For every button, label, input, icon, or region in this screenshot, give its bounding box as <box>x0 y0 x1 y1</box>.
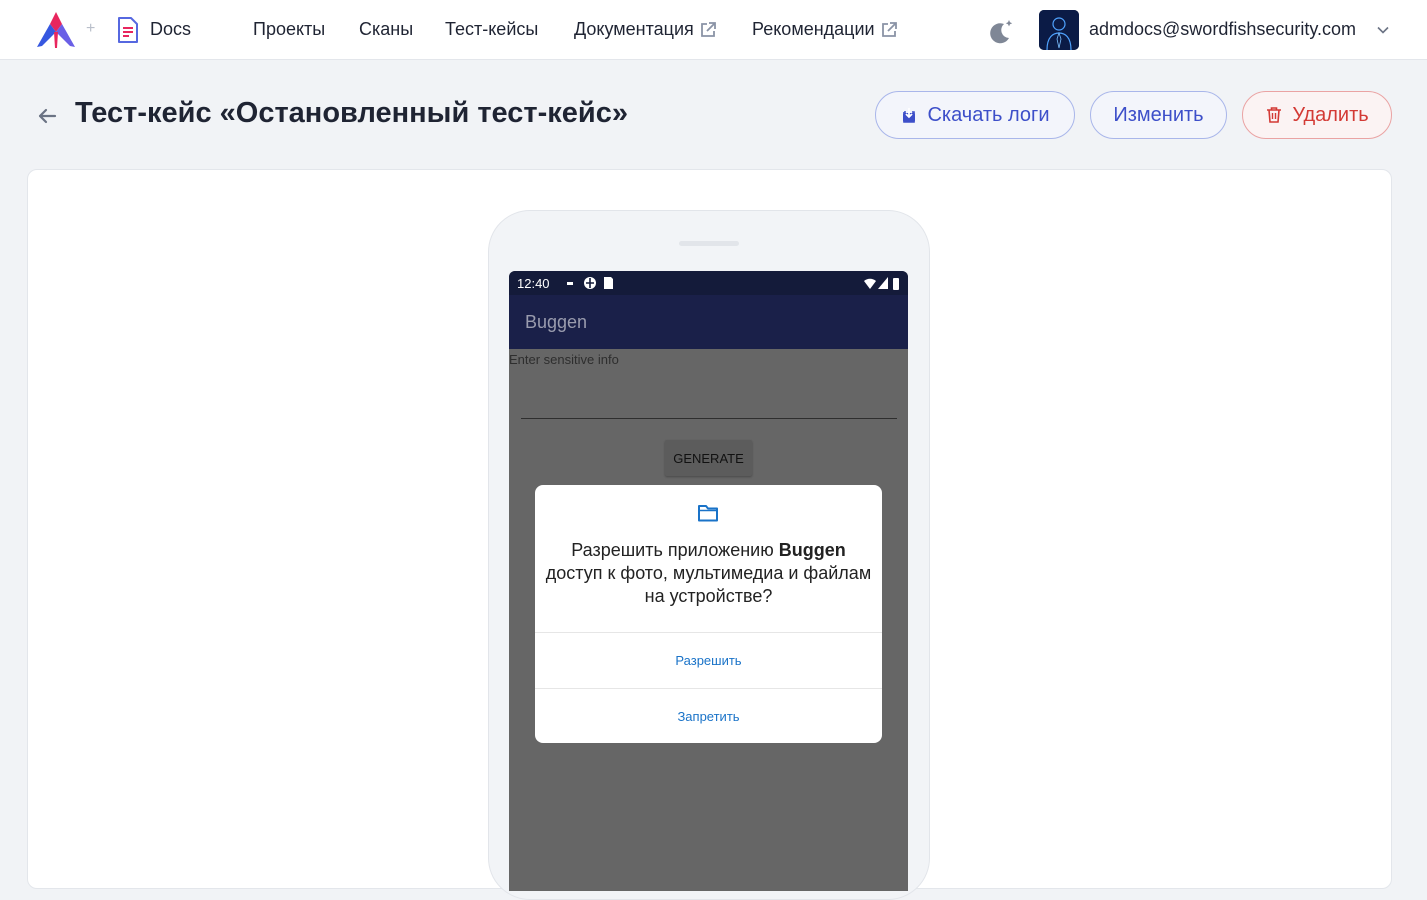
moon-star-icon[interactable] <box>987 17 1015 45</box>
external-link-icon <box>700 21 716 37</box>
nav-link-documentation[interactable]: Документация <box>574 19 717 40</box>
back-arrow-icon[interactable] <box>36 105 58 127</box>
app-title: Buggen <box>525 312 588 332</box>
generate-label: GENERATE <box>673 450 744 466</box>
brand-logo-icon[interactable] <box>36 10 76 50</box>
folder-icon <box>698 505 718 522</box>
product-label[interactable]: Docs <box>150 19 191 40</box>
permission-dialog: Разрешить приложению Buggen доступ к фот… <box>535 485 882 743</box>
permission-message: Разрешить приложению Buggen доступ к фот… <box>545 539 872 608</box>
nav-link-label: Документация <box>574 19 694 39</box>
permission-app-name: Buggen <box>778 540 846 560</box>
nav-link-label: Рекомендации <box>752 19 875 39</box>
user-avatar[interactable] <box>1039 10 1079 50</box>
nav-link-label: Сканы <box>359 19 414 39</box>
delete-button[interactable]: Удалить <box>1242 91 1392 139</box>
deny-label: Запретить <box>677 709 740 724</box>
top-navbar: + Docs Проекты Сканы Тест-кейсы Документ… <box>0 0 1427 60</box>
external-link-icon <box>881 21 897 37</box>
status-notification-icons <box>567 277 613 289</box>
device-speaker <box>679 241 739 246</box>
edit-label: Изменить <box>1113 103 1204 126</box>
nav-link-label: Тест-кейсы <box>445 19 539 39</box>
permission-text-after: доступ к фото, мультимедиа и файлам на у… <box>545 563 872 606</box>
nav-link-test-cases[interactable]: Тест-кейсы <box>445 19 538 40</box>
sensitive-info-input[interactable]: Enter sensitive info <box>509 352 619 367</box>
download-logs-label: Скачать логи <box>927 103 1050 126</box>
permission-text-before: Разрешить приложению <box>571 540 779 560</box>
nav-link-projects[interactable]: Проекты <box>253 19 325 40</box>
input-underline <box>521 418 897 419</box>
delete-label: Удалить <box>1292 103 1369 126</box>
chevron-down-icon[interactable] <box>1376 23 1390 37</box>
plus-separator: + <box>86 20 96 37</box>
avatar-image-icon <box>1039 10 1079 50</box>
deny-button[interactable]: Запретить <box>535 689 882 743</box>
allow-label: Разрешить <box>675 653 742 668</box>
status-time: 12:40 <box>517 276 550 291</box>
download-icon <box>903 108 916 123</box>
android-status-bar: 12:40 <box>509 271 908 295</box>
nav-link-scans[interactable]: Сканы <box>359 19 413 40</box>
page-title: Тест-кейс «Остановленный тест-кейс» <box>75 97 628 129</box>
document-icon <box>118 17 138 43</box>
user-email[interactable]: admdocs@swordfishsecurity.com <box>1089 19 1356 40</box>
nav-link-recommendations[interactable]: Рекомендации <box>752 19 898 40</box>
allow-button[interactable]: Разрешить <box>535 633 882 688</box>
edit-button[interactable]: Изменить <box>1090 91 1227 139</box>
trash-icon <box>1267 107 1282 123</box>
generate-button[interactable]: GENERATE <box>665 440 752 476</box>
nav-link-label: Проекты <box>253 19 326 39</box>
download-logs-button[interactable]: Скачать логи <box>875 91 1075 139</box>
app-toolbar: Buggen <box>509 295 908 349</box>
status-signal-battery-icons <box>864 277 899 290</box>
